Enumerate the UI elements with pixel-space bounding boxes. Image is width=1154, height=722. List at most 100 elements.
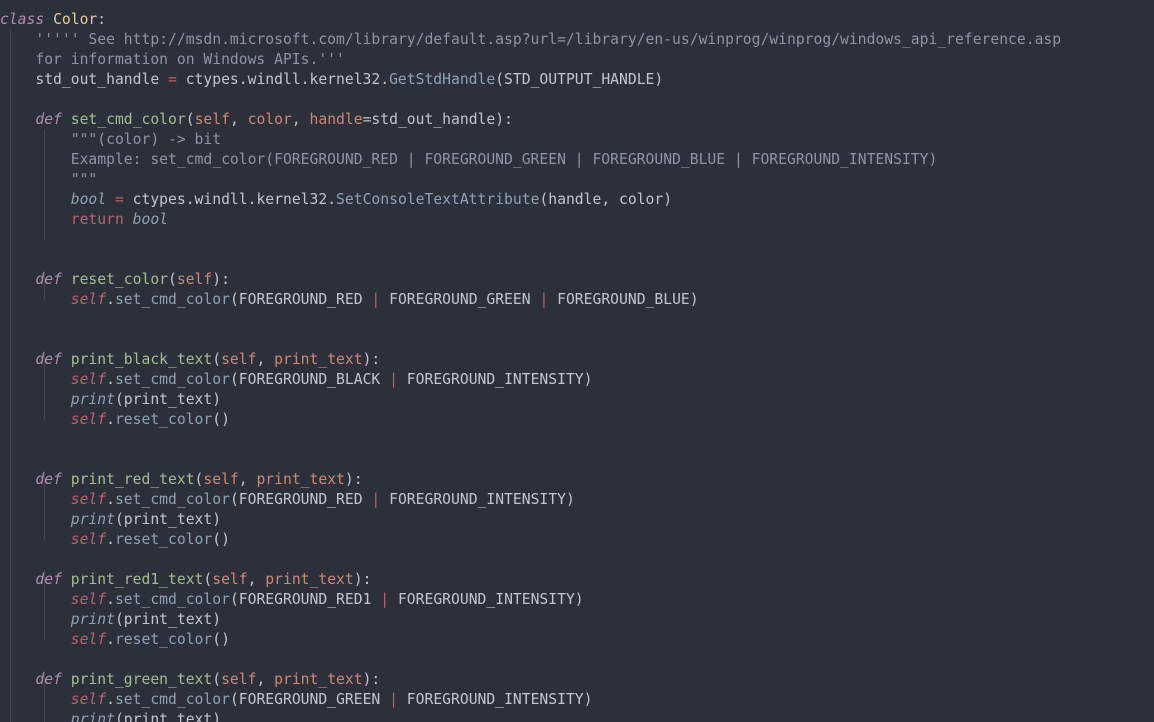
- code-token: bool: [70, 191, 107, 208]
- code-token: def: [35, 111, 62, 128]
- code-token: |: [539, 291, 549, 308]
- code-line[interactable]: self.reset_color(): [0, 630, 1061, 650]
- code-line[interactable]: print(print_text): [0, 510, 1061, 530]
- code-line[interactable]: bool = ctypes.windll.kernel32.SetConsole…: [0, 190, 1061, 210]
- code-line[interactable]: [0, 650, 1061, 670]
- code-token: .: [106, 531, 115, 548]
- code-line[interactable]: [0, 310, 1061, 330]
- code-line[interactable]: self.set_cmd_color(FOREGROUND_RED | FORE…: [0, 290, 1061, 310]
- code-token: ):: [362, 351, 381, 368]
- code-line[interactable]: def print_red1_text(self, print_text):: [0, 570, 1061, 590]
- code-token: (): [212, 631, 230, 648]
- code-line[interactable]: [0, 250, 1061, 270]
- code-token: (: [185, 111, 195, 128]
- code-line[interactable]: return bool: [0, 210, 1061, 230]
- code-token: def: [35, 271, 62, 288]
- code-token: |: [389, 371, 398, 388]
- code-token: (handle, color): [539, 191, 673, 208]
- code-token: (print_text): [114, 711, 222, 722]
- code-token: =std_out_handle):: [362, 111, 513, 128]
- code-line[interactable]: std_out_handle = ctypes.windll.kernel32.…: [0, 70, 1061, 90]
- code-line[interactable]: [0, 230, 1061, 250]
- code-line[interactable]: def print_black_text(self, print_text):: [0, 350, 1061, 370]
- code-token: Example: set_cmd_color(FOREGROUND_RED | …: [0, 151, 938, 168]
- code-token: reset_color: [114, 411, 213, 428]
- code-content[interactable]: class Color: ''''' See http://msdn.micro…: [0, 0, 1061, 722]
- code-token: |: [389, 691, 398, 708]
- code-line[interactable]: ''''' See http://msdn.microsoft.com/libr…: [0, 30, 1061, 50]
- code-token: print_red_text: [70, 471, 195, 488]
- code-line[interactable]: self.reset_color(): [0, 410, 1061, 430]
- code-line[interactable]: def print_green_text(self, print_text):: [0, 670, 1061, 690]
- code-token: .: [106, 631, 115, 648]
- code-line[interactable]: self.reset_color(): [0, 530, 1061, 550]
- code-line[interactable]: print(print_text): [0, 610, 1061, 630]
- code-token: ,: [247, 571, 266, 588]
- code-token: (FOREGROUND_GREEN: [229, 691, 390, 708]
- code-line[interactable]: self.set_cmd_color(FOREGROUND_RED | FORE…: [0, 490, 1061, 510]
- code-token: set_cmd_color: [70, 111, 186, 128]
- code-token: reset_color: [70, 271, 169, 288]
- code-token: FOREGROUND_BLUE): [548, 291, 699, 308]
- code-line[interactable]: """: [0, 170, 1061, 190]
- code-line[interactable]: self.set_cmd_color(FOREGROUND_BLACK | FO…: [0, 370, 1061, 390]
- code-token: .: [106, 591, 115, 608]
- code-line[interactable]: [0, 430, 1061, 450]
- code-token: print: [70, 711, 115, 722]
- code-line[interactable]: def set_cmd_color(self, color, handle=st…: [0, 110, 1061, 130]
- code-line[interactable]: print(print_text): [0, 390, 1061, 410]
- code-line[interactable]: Example: set_cmd_color(FOREGROUND_RED | …: [0, 150, 1061, 170]
- code-token: Color: [53, 11, 98, 28]
- code-line[interactable]: """(color) -> bit: [0, 130, 1061, 150]
- code-token: ,: [256, 351, 275, 368]
- code-token: self: [70, 291, 107, 308]
- code-line[interactable]: [0, 90, 1061, 110]
- code-token: |: [371, 291, 381, 308]
- code-line[interactable]: [0, 550, 1061, 570]
- code-token: """: [0, 171, 98, 188]
- code-line[interactable]: class Color:: [0, 10, 1061, 30]
- code-token: (print_text): [114, 391, 222, 408]
- code-token: """(color) -> bit: [0, 131, 222, 148]
- code-token: FOREGROUND_INTENSITY): [397, 371, 593, 388]
- code-token: class: [0, 11, 45, 28]
- code-line[interactable]: for information on Windows APIs.''': [0, 50, 1061, 70]
- code-line[interactable]: print(print_text): [0, 710, 1061, 722]
- code-token: GetStdHandle: [389, 71, 496, 88]
- code-line[interactable]: def reset_color(self):: [0, 270, 1061, 290]
- code-token: return: [70, 211, 124, 228]
- code-token: |: [371, 491, 381, 508]
- code-line[interactable]: def print_red_text(self, print_text):: [0, 470, 1061, 490]
- code-token: def: [35, 571, 62, 588]
- code-token: set_cmd_color: [114, 691, 230, 708]
- code-token: .: [106, 411, 115, 428]
- code-line[interactable]: [0, 330, 1061, 350]
- code-token: set_cmd_color: [114, 491, 230, 508]
- code-editor-viewport[interactable]: class Color: ''''' See http://msdn.micro…: [0, 0, 1154, 722]
- code-token: self: [203, 471, 239, 488]
- code-token: ''''' See http://msdn.microsoft.com/libr…: [0, 31, 1062, 48]
- code-token: .: [106, 491, 115, 508]
- code-token: def: [35, 471, 62, 488]
- code-line[interactable]: [0, 450, 1061, 470]
- code-line[interactable]: self.set_cmd_color(FOREGROUND_GREEN | FO…: [0, 690, 1061, 710]
- code-line[interactable]: self.set_cmd_color(FOREGROUND_RED1 | FOR…: [0, 590, 1061, 610]
- code-token: reset_color: [114, 631, 213, 648]
- code-token: ,: [291, 111, 310, 128]
- code-token: (FOREGROUND_BLACK: [229, 371, 390, 388]
